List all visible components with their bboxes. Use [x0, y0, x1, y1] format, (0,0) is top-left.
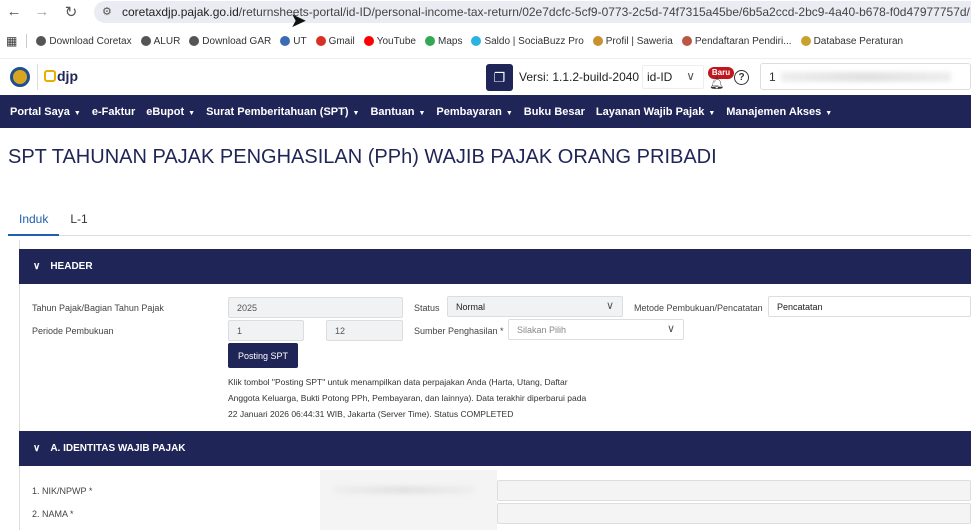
page-title: SPT TAHUNAN PAJAK PENGHASILAN (PPh) WAJI… — [8, 146, 717, 168]
caret-down-icon: ▼ — [352, 109, 360, 117]
bookmark-favicon-icon — [189, 36, 200, 46]
url-domain: coretaxdjp.pajak.go.id — [122, 5, 239, 19]
bookmark-item[interactable]: Saldo | SociaBuzz Pro — [471, 36, 584, 47]
caret-down-icon: ▼ — [708, 109, 716, 117]
status-select[interactable]: Normal ∨ — [447, 296, 623, 317]
bookmark-item[interactable]: YouTube — [363, 36, 416, 47]
main-nav: Portal Saya ▼ e-Faktur eBupot ▼ Surat Pemberi… — [0, 95, 971, 128]
address-bar[interactable]: coretaxdjp.pajak.go.id/returnsheets-port… — [94, 1, 971, 23]
section-title: A. IDENTITAS WAJIB PAJAK — [50, 443, 186, 454]
bookmark-favicon-icon — [592, 36, 603, 46]
nama-label: 2. NAMA * — [32, 509, 74, 519]
copy-icon[interactable]: ❐ — [486, 64, 513, 91]
back-icon[interactable]: ← — [4, 3, 24, 20]
status-label: Status — [414, 303, 440, 313]
chevron-down-icon: ∨ — [605, 300, 614, 312]
tab-l-1[interactable]: L-1 — [59, 205, 98, 236]
periode-to-input[interactable]: 12 — [326, 320, 403, 341]
mouse-cursor-icon: ➤ — [290, 10, 307, 32]
bookmark-item[interactable]: Profil | Saweria — [592, 36, 673, 47]
bell-icon[interactable]: 🔔︎ — [709, 76, 724, 90]
chevron-down-icon: ∨ — [33, 261, 41, 272]
caret-down-icon: ▼ — [73, 109, 81, 117]
caret-down-icon: ▼ — [188, 109, 196, 117]
url-path: /returnsheets-portal/id-ID/personal-inco… — [238, 5, 971, 19]
kemenkeu-logo — [10, 67, 30, 87]
metode-label: Metode Pembukuan/Pencatatan — [634, 303, 763, 313]
sumber-label: Sumber Penghasilan * — [414, 326, 504, 336]
bookmark-favicon-icon — [363, 36, 374, 46]
bookmark-item[interactable]: Gmail — [315, 36, 355, 47]
bookmark-favicon-icon — [800, 36, 811, 46]
help-icon[interactable]: ? — [734, 70, 749, 85]
reload-icon[interactable]: ↻ — [61, 3, 81, 21]
nav-item[interactable]: Layanan Wajib Pajak ▼ — [596, 106, 715, 118]
bookmark-favicon-icon — [280, 36, 291, 46]
divider — [37, 64, 38, 90]
nav-item[interactable]: eBupot ▼ — [146, 106, 195, 118]
tabs: Induk L-1 — [8, 205, 971, 236]
tahun-pajak-input[interactable]: 2025 — [228, 297, 403, 318]
chevron-down-icon: ∨ — [666, 323, 675, 335]
bookmark-favicon-icon — [471, 36, 482, 46]
bookmark-item[interactable]: ALUR — [140, 36, 180, 47]
chevron-down-icon: ∨ — [33, 443, 41, 454]
metode-input[interactable]: Pencatatan — [768, 296, 971, 317]
sumber-penghasilan-select[interactable]: Silakan Pilih ∨ — [508, 319, 684, 340]
tahun-label: Tahun Pajak/Bagian Tahun Pajak — [32, 303, 164, 313]
bookmark-favicon-icon — [36, 36, 47, 46]
nav-item[interactable]: Manajemen Akses ▼ — [726, 106, 832, 118]
identitas-section-bar[interactable]: ∨ A. IDENTITAS WAJIB PAJAK — [19, 431, 971, 466]
bookmark-item[interactable]: Pendaftaran Pendiri... — [681, 36, 792, 47]
bookmark-favicon-icon — [681, 36, 692, 46]
header-section-bar[interactable]: ∨ HEADER — [19, 249, 971, 284]
nav-item[interactable]: Pembayaran ▼ — [436, 106, 512, 118]
caret-down-icon: ▼ — [505, 109, 513, 117]
bookmark-item[interactable]: Maps — [424, 36, 462, 47]
apps-icon[interactable]: ▦ — [6, 34, 17, 48]
nik-label: 1. NIK/NPWP * — [32, 486, 93, 496]
nav-item[interactable]: e-Faktur — [92, 106, 135, 118]
divider — [26, 34, 28, 48]
caret-down-icon: ▼ — [418, 109, 426, 117]
bookmark-item[interactable]: Download GAR — [189, 36, 271, 47]
site-settings-icon[interactable]: ⚙ — [102, 5, 112, 18]
section-title: HEADER — [50, 261, 93, 272]
posting-spt-button[interactable]: Posting SPT — [228, 343, 298, 368]
forward-icon[interactable]: → — [32, 3, 52, 20]
bookmarks-bar: ▦ Download Coretax ALUR Download GAR UT Gmai… — [0, 29, 971, 53]
caret-down-icon: ▼ — [825, 109, 833, 117]
nav-item[interactable]: Bantuan ▼ — [370, 106, 425, 118]
user-profile-field[interactable]: 1 — [760, 63, 971, 90]
periode-label: Periode Pembukuan — [32, 326, 114, 336]
nama-input[interactable] — [497, 503, 971, 524]
nav-item[interactable]: Buku Besar — [524, 106, 585, 118]
chevron-down-icon: ∨ — [686, 69, 695, 83]
djp-logo: djp — [44, 68, 78, 84]
app-header: djp ❐ Versi: 1.1.2-build-2040 id-ID ∨ Bar… — [0, 58, 971, 95]
periode-from-input[interactable]: 1 — [228, 320, 304, 341]
browser-toolbar: ← → ↻ coretaxdjp.pajak.go.id/returnsheet… — [0, 0, 971, 25]
bookmark-item[interactable]: UT — [280, 36, 307, 47]
redacted-area — [320, 470, 497, 530]
bookmark-favicon-icon — [424, 36, 435, 46]
nik-input[interactable] — [497, 480, 971, 501]
tab-induk[interactable]: Induk — [8, 205, 60, 236]
version-text: Versi: 1.1.2-build-2040 — [519, 70, 640, 84]
bookmark-item[interactable]: Download Coretax — [36, 36, 132, 47]
bookmark-favicon-icon — [140, 36, 151, 46]
bookmark-item[interactable]: Database Peraturan — [800, 36, 903, 47]
nav-item[interactable]: Portal Saya ▼ — [10, 106, 81, 118]
nav-item[interactable]: Surat Pemberitahuan (SPT) ▼ — [206, 106, 359, 118]
language-select[interactable]: id-ID ∨ — [642, 65, 704, 89]
bookmark-favicon-icon — [315, 36, 326, 46]
posting-info-text: Klik tombol "Posting SPT" untuk menampil… — [228, 377, 587, 419]
